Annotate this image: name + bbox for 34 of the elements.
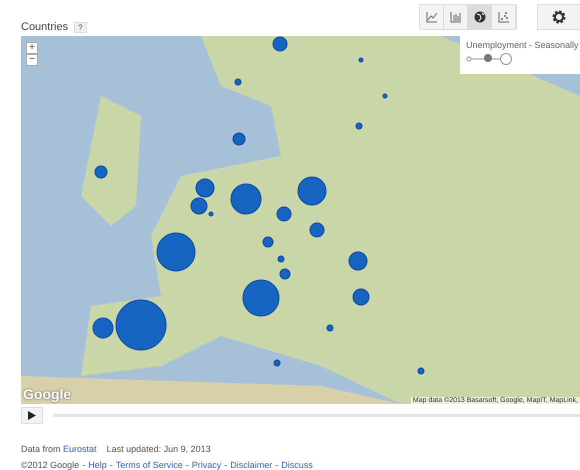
settings-button[interactable]	[537, 4, 580, 30]
footer-link[interactable]: Discuss	[281, 460, 313, 470]
globe-icon	[472, 10, 486, 24]
copyright: ©2012 Google	[21, 460, 80, 470]
last-updated: Last updated: Jun 9, 2013	[106, 444, 211, 454]
map-logo: Google	[23, 386, 72, 402]
separator: -	[110, 460, 113, 470]
source-link[interactable]: Eurostat	[63, 444, 97, 454]
legend-title: Unemployment - Seasonally	[466, 40, 580, 50]
separator: -	[186, 460, 189, 470]
zoom-out-button[interactable]: −	[26, 54, 38, 66]
section-title: Countries	[21, 21, 68, 33]
play-button[interactable]	[21, 406, 43, 424]
footer-link[interactable]: Help	[88, 460, 107, 470]
settings-icon	[551, 9, 567, 25]
slider-thumb[interactable]	[484, 54, 492, 62]
scatter-chart-button[interactable]	[492, 5, 516, 29]
separator: -	[275, 460, 278, 470]
help-button[interactable]: ?	[74, 22, 87, 32]
scatter-plot-icon	[496, 10, 510, 24]
bar-chart-button[interactable]	[444, 5, 468, 29]
line-chart-icon	[424, 10, 438, 24]
bar-chart-icon	[448, 10, 462, 24]
play-icon	[28, 410, 36, 420]
line-chart-button[interactable]	[420, 5, 444, 29]
footer-link[interactable]: Disclaimer	[230, 460, 272, 470]
separator: -	[224, 460, 228, 470]
separator: -	[82, 460, 86, 470]
source-label: Data from	[21, 444, 61, 454]
zoom-in-button[interactable]: +	[26, 42, 38, 54]
footer-link[interactable]: Terms of Service	[116, 460, 183, 470]
footer-link[interactable]: Privacy	[192, 460, 222, 470]
map-chart-button[interactable]	[468, 5, 492, 29]
size-slider[interactable]	[466, 52, 512, 64]
